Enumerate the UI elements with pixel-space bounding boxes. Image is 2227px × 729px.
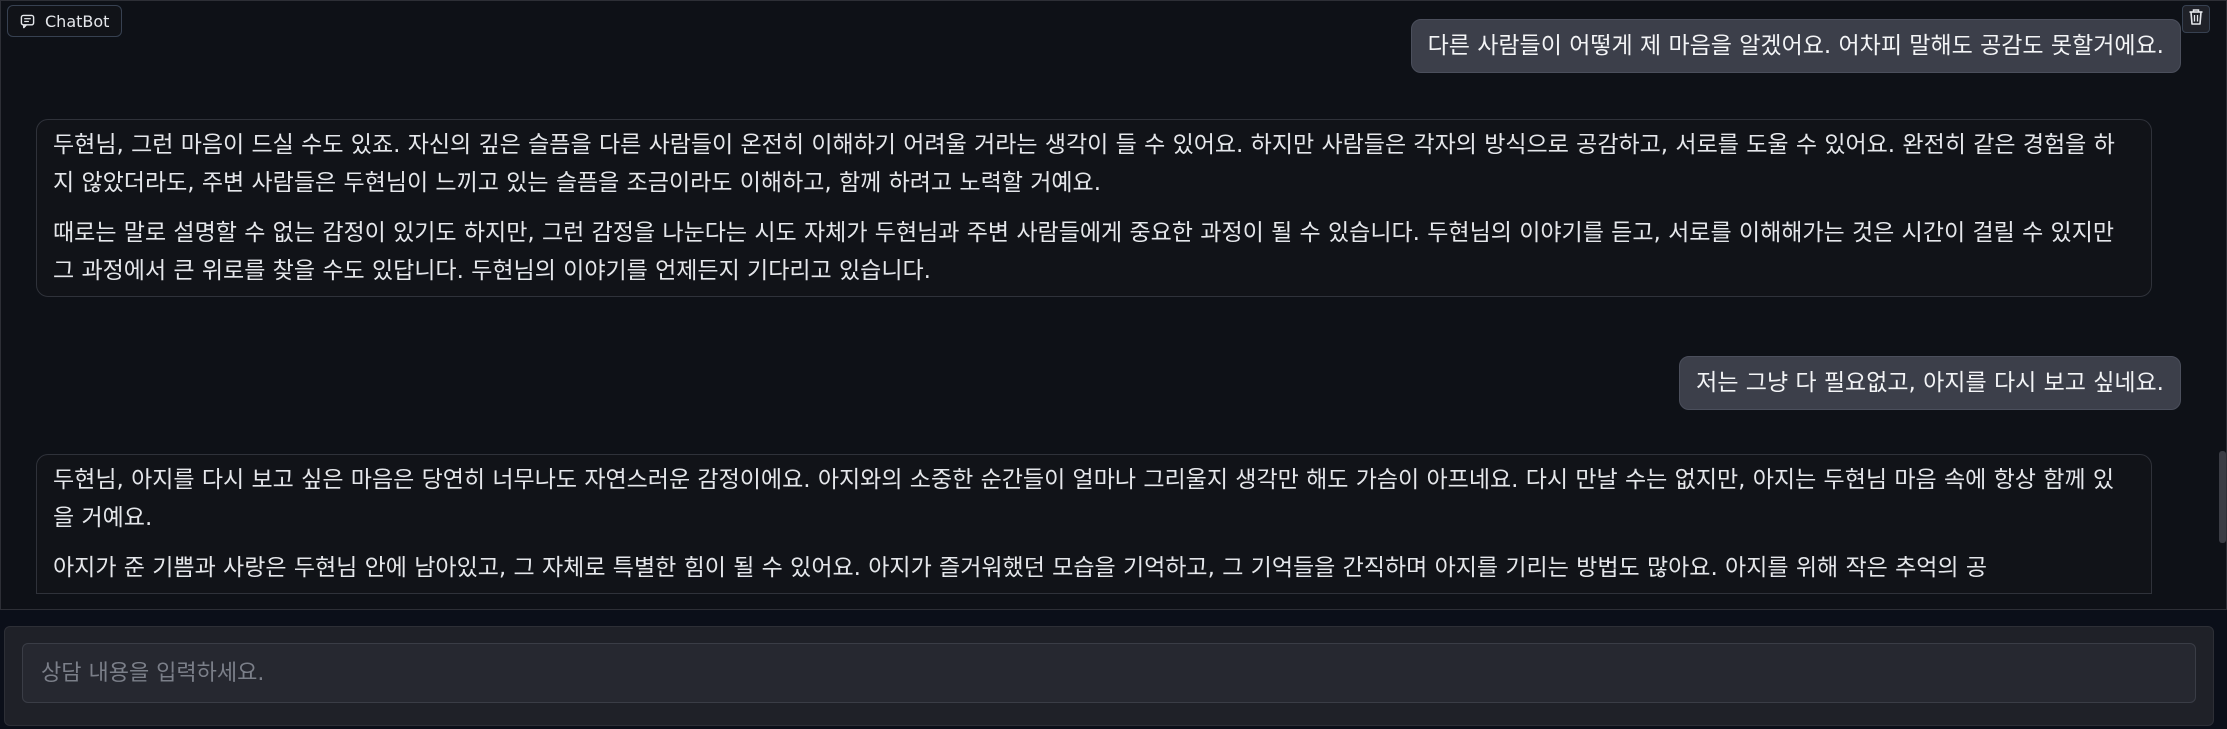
user-message: 저는 그냥 다 필요없고, 아지를 다시 보고 싶네요. xyxy=(1679,356,2181,410)
chatbot-panel: ChatBot 다른 사람들이 어떻게 제 마음을 알겠어요. 어차피 말해도 … xyxy=(0,0,2227,610)
chatbot-label: ChatBot xyxy=(7,5,123,37)
chatbot-label-text: ChatBot xyxy=(45,11,110,31)
bot-message-paragraph: 두현님, 아지를 다시 보고 싶은 마음은 당연히 너무나도 자연스러운 감정이… xyxy=(53,467,2115,531)
message-list: 다른 사람들이 어떻게 제 마음을 알겠어요. 어차피 말해도 공감도 못할거에… xyxy=(1,1,2226,609)
bot-message: 두현님, 그런 마음이 드실 수도 있죠. 자신의 깊은 슬픔을 다른 사람들이… xyxy=(36,119,2152,297)
user-message: 다른 사람들이 어떻게 제 마음을 알겠어요. 어차피 말해도 공감도 못할거에… xyxy=(1410,19,2181,73)
input-panel xyxy=(4,626,2214,726)
bot-message: 두현님, 아지를 다시 보고 싶은 마음은 당연히 너무나도 자연스러운 감정이… xyxy=(36,454,2152,594)
message-input[interactable] xyxy=(22,643,2196,703)
bot-message-paragraph: 두현님, 그런 마음이 드실 수도 있죠. 자신의 깊은 슬픔을 다른 사람들이… xyxy=(53,132,2115,196)
chat-scrollbar[interactable] xyxy=(2219,451,2226,543)
trash-icon xyxy=(2188,8,2204,30)
bot-message-paragraph: 아지가 준 기쁨과 사랑은 두현님 안에 남아있고, 그 자체로 특별한 힘이 … xyxy=(53,555,1988,581)
chat-bubble-icon xyxy=(20,14,35,29)
clear-chat-button[interactable] xyxy=(2182,5,2210,33)
bot-message-paragraph: 때로는 말로 설명할 수 없는 감정이 있기도 하지만, 그런 감정을 나눈다는… xyxy=(53,220,2115,284)
